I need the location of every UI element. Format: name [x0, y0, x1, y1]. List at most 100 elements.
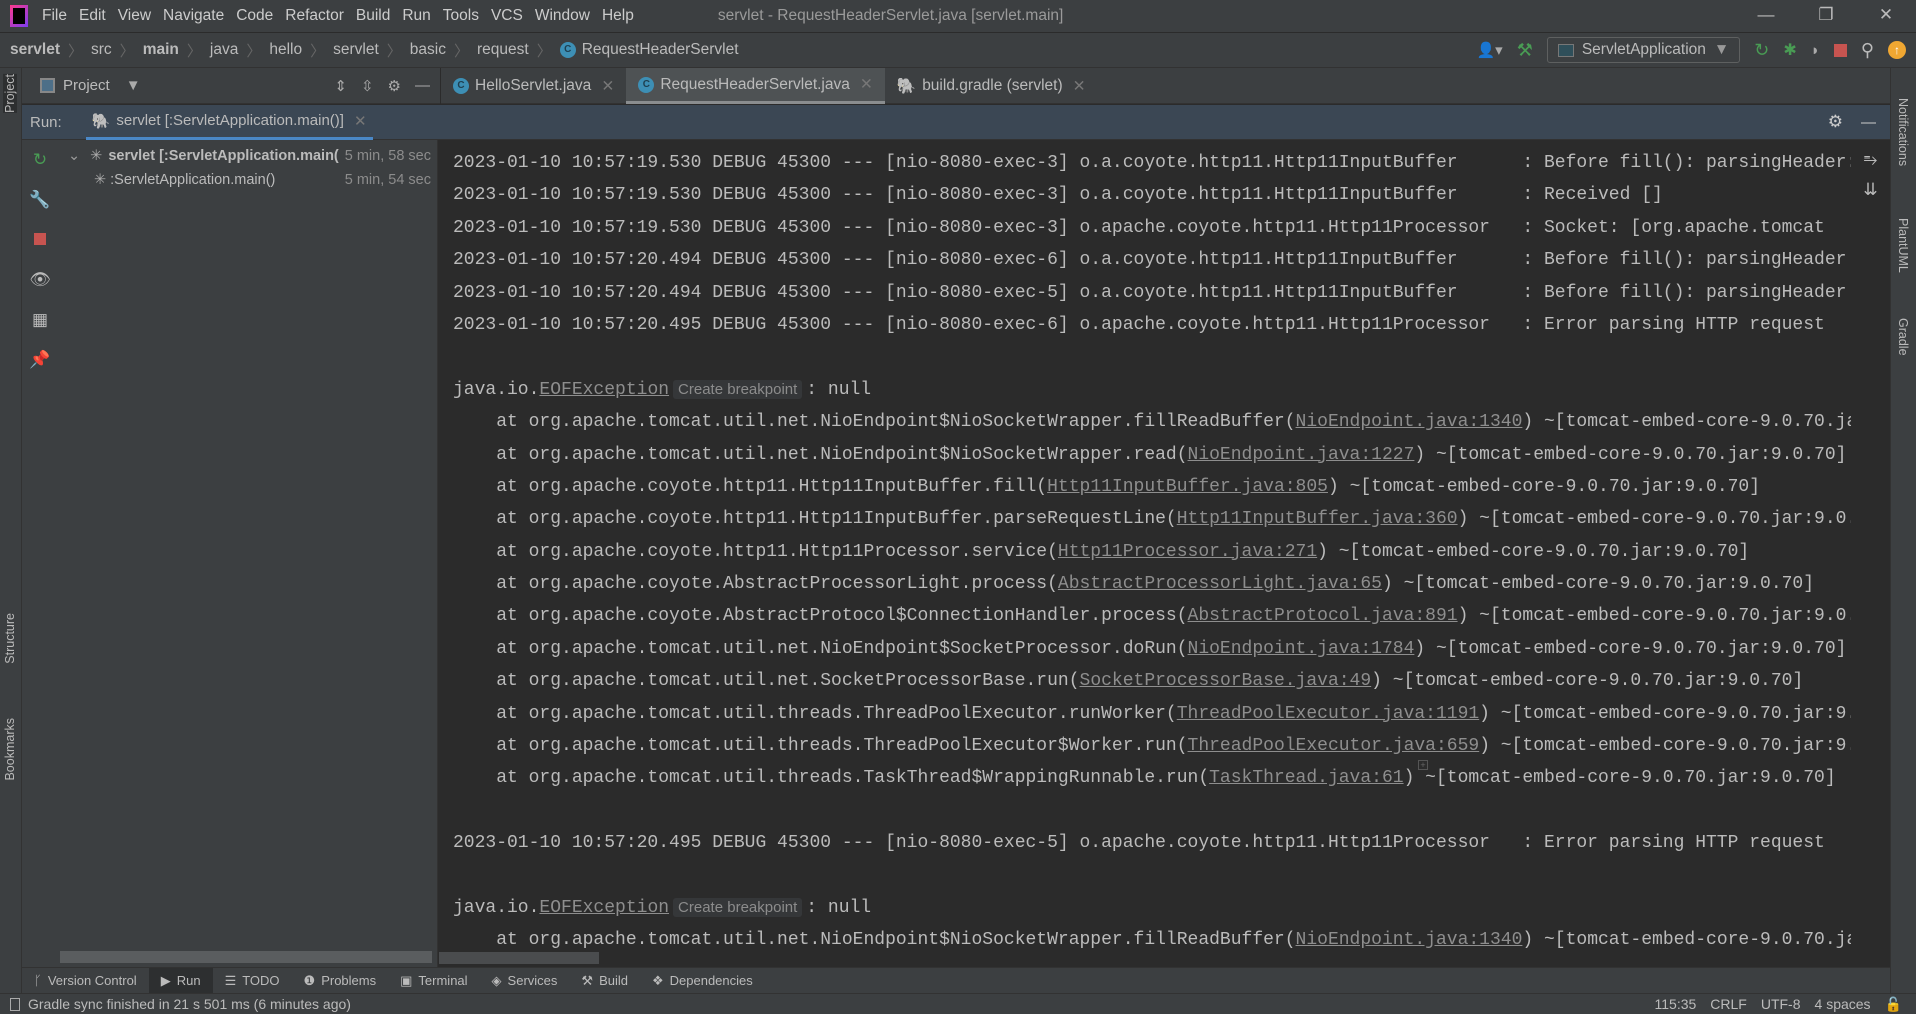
source-link[interactable]: AbstractProcessorLight.java:65: [1058, 574, 1382, 594]
source-link[interactable]: ThreadPoolExecutor.java:1191: [1177, 704, 1479, 724]
close-icon[interactable]: ✕: [601, 77, 614, 96]
menu-file[interactable]: File: [42, 7, 67, 24]
tool-notifications[interactable]: Notifications: [1896, 98, 1910, 166]
search-icon[interactable]: ⚲: [1861, 40, 1874, 61]
pin-icon[interactable]: 📌: [22, 340, 58, 380]
bottom-tab-problems[interactable]: ❶ Problems: [292, 968, 389, 994]
menu-view[interactable]: View: [118, 7, 151, 24]
bottom-tab-dependencies[interactable]: ❖ Dependencies: [640, 968, 765, 994]
editor-tab[interactable]: C HelloServlet.java ✕: [441, 68, 626, 104]
breadcrumb-item[interactable]: request: [477, 41, 529, 59]
breadcrumb-item[interactable]: hello: [269, 41, 302, 59]
tree-item[interactable]: ✳ :ServletApplication.main() 5 min, 54 se…: [58, 168, 437, 192]
bottom-tab-build[interactable]: ⚒ Build: [569, 968, 640, 994]
source-link[interactable]: NioEndpoint.java:1784: [1188, 639, 1415, 659]
bottom-tab-terminal[interactable]: ▣ Terminal: [388, 968, 479, 994]
chevron-down-icon[interactable]: ▼: [126, 77, 141, 94]
console-horizontal-scrollbar[interactable]: [439, 952, 599, 964]
source-link[interactable]: AbstractProtocol.java:891: [1188, 606, 1458, 626]
source-link[interactable]: TaskThread.java:61: [1209, 768, 1403, 788]
bottom-tab-run[interactable]: ▶ Run: [148, 967, 213, 994]
run-tab[interactable]: 🐘 servlet [:ServletApplication.main()] ✕: [85, 105, 373, 140]
wrench-icon[interactable]: 🔧: [22, 180, 58, 220]
close-icon[interactable]: ✕: [1073, 77, 1086, 96]
source-link[interactable]: EOFException: [539, 380, 669, 400]
menu-run[interactable]: Run: [402, 7, 430, 24]
tool-bookmarks[interactable]: Bookmarks: [3, 718, 17, 781]
menu-window[interactable]: Window: [535, 7, 590, 24]
breadcrumb-item[interactable]: servlet: [10, 41, 60, 59]
hide-icon[interactable]: —: [1861, 114, 1876, 131]
status-message[interactable]: Gradle sync finished in 21 s 501 ms (6 m…: [28, 996, 351, 1012]
rerun-icon[interactable]: ↻: [22, 140, 58, 180]
bottom-tab-services[interactable]: ◈ Services: [480, 968, 570, 994]
soft-wrap-icon[interactable]: ⥱: [1851, 150, 1890, 170]
breadcrumb-item[interactable]: servlet: [333, 41, 379, 59]
caret-position[interactable]: 115:35: [1655, 996, 1697, 1013]
editor-tab[interactable]: 🐘 build.gradle (servlet) ✕: [885, 68, 1098, 104]
menu-help[interactable]: Help: [602, 7, 634, 24]
source-link[interactable]: Http11Processor.java:271: [1058, 542, 1317, 562]
breadcrumb-item[interactable]: RequestHeaderServlet: [582, 41, 739, 59]
stop-icon[interactable]: [1833, 43, 1847, 57]
stop-icon[interactable]: [22, 220, 58, 260]
collapse-all-icon[interactable]: ⇳: [361, 77, 374, 95]
minimize-button[interactable]: —: [1736, 0, 1796, 30]
source-link[interactable]: SocketProcessorBase.java:49: [1080, 671, 1372, 691]
source-link[interactable]: NioEndpoint.java:1340: [1296, 412, 1523, 432]
restore-button[interactable]: ❐: [1796, 0, 1856, 30]
tool-structure[interactable]: Structure: [3, 613, 17, 664]
source-link[interactable]: ThreadPoolExecutor.java:659: [1188, 736, 1480, 756]
source-link[interactable]: NioEndpoint.java:1340: [1296, 930, 1523, 950]
debug-icon[interactable]: ✱: [1783, 40, 1796, 60]
breadcrumb-item[interactable]: main: [143, 41, 179, 59]
rerun-icon[interactable]: ↻: [1754, 40, 1769, 61]
tool-gradle[interactable]: Gradle: [1896, 318, 1910, 356]
gear-icon[interactable]: ⚙: [388, 77, 401, 95]
gear-icon[interactable]: ⚙: [1828, 112, 1843, 132]
status-panel-icon[interactable]: [10, 997, 20, 1011]
fold-expand-icon[interactable]: +: [1418, 760, 1428, 770]
user-icon[interactable]: 👤▾: [1476, 41, 1502, 59]
breadcrumb-item[interactable]: basic: [410, 41, 446, 59]
lock-icon[interactable]: 🔓: [1885, 996, 1902, 1013]
console-output[interactable]: 2023-01-10 10:57:19.530 DEBUG 45300 --- …: [439, 140, 1851, 967]
hide-icon[interactable]: —: [415, 77, 430, 94]
source-link[interactable]: NioEndpoint.java:1227: [1188, 445, 1415, 465]
create-breakpoint-button[interactable]: Create breakpoint: [673, 379, 803, 399]
tree-item[interactable]: ⌄ ✳ servlet [:ServletApplication.main(5 m…: [58, 144, 437, 168]
project-view-select[interactable]: Project: [63, 77, 110, 94]
menu-navigate[interactable]: Navigate: [163, 7, 224, 24]
indent-setting[interactable]: 4 spaces: [1815, 996, 1871, 1013]
menu-vcs[interactable]: VCS: [491, 7, 523, 24]
breadcrumb-item[interactable]: java: [210, 41, 238, 59]
menu-edit[interactable]: Edit: [79, 7, 106, 24]
eye-icon[interactable]: 👁: [22, 260, 58, 300]
source-link[interactable]: EOFException: [539, 898, 669, 918]
layout-icon[interactable]: ▦: [22, 300, 58, 340]
close-icon[interactable]: ✕: [354, 112, 367, 130]
tool-plantuml[interactable]: PlantUML: [1896, 218, 1910, 273]
menu-refactor[interactable]: Refactor: [285, 7, 344, 24]
update-icon[interactable]: ↑: [1888, 41, 1906, 59]
build-hammer-icon[interactable]: ⚒: [1517, 40, 1533, 61]
tool-project[interactable]: Project: [3, 74, 17, 113]
source-link[interactable]: Http11InputBuffer.java:805: [1047, 477, 1328, 497]
source-link[interactable]: Http11InputBuffer.java:360: [1177, 509, 1458, 529]
breadcrumb-item[interactable]: src: [91, 41, 112, 59]
bottom-tab-todo[interactable]: ☰ TODO: [213, 968, 292, 994]
file-encoding[interactable]: UTF-8: [1761, 996, 1801, 1013]
run-config-select[interactable]: ServletApplication ▼: [1546, 37, 1741, 63]
expand-all-icon[interactable]: ⇕: [334, 77, 347, 95]
menu-build[interactable]: Build: [356, 7, 390, 24]
menu-code[interactable]: Code: [236, 7, 273, 24]
close-window-button[interactable]: ✕: [1856, 0, 1916, 30]
bottom-tab-version-control[interactable]: ᚴ Version Control: [22, 968, 149, 994]
line-separator[interactable]: CRLF: [1710, 996, 1747, 1013]
horizontal-scrollbar[interactable]: [60, 951, 432, 963]
close-icon[interactable]: ✕: [860, 75, 873, 94]
menu-tools[interactable]: Tools: [443, 7, 479, 24]
editor-tab[interactable]: C RequestHeaderServlet.java ✕: [626, 68, 885, 104]
create-breakpoint-button[interactable]: Create breakpoint: [673, 897, 803, 917]
coverage-icon[interactable]: ◗: [1811, 42, 1820, 59]
